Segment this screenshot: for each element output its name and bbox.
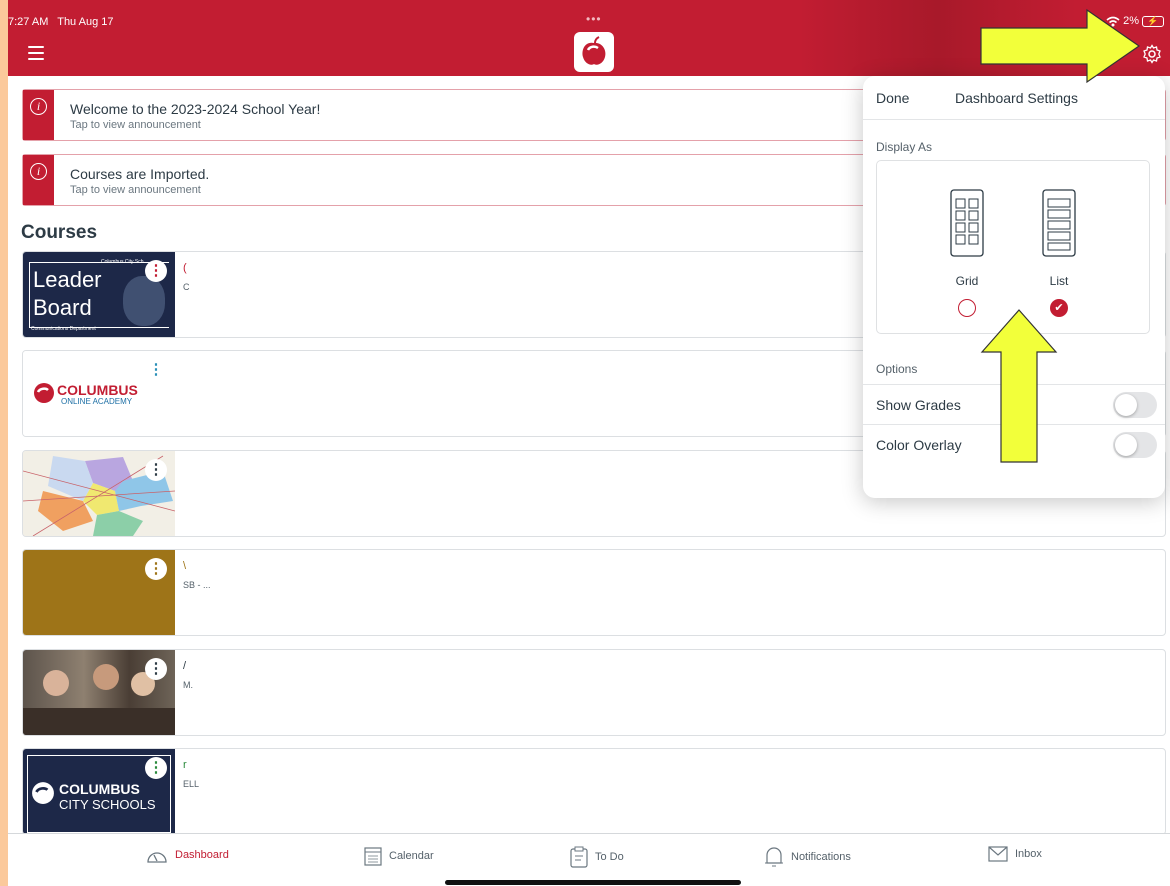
tab-calendar[interactable]: Calendar [364, 846, 434, 866]
info-icon: i [30, 163, 47, 180]
thumb-title-line: CITY SCHOOLS [59, 797, 156, 812]
announcement-title: Courses are Imported. [70, 166, 210, 182]
display-as-label: Display As [876, 140, 933, 154]
course-title: ( [183, 262, 187, 274]
bell-icon [765, 847, 783, 867]
course-code: C [183, 282, 190, 292]
course-card[interactable]: ⋮ \ SB - ... [22, 549, 1166, 636]
tab-label: To Do [595, 851, 624, 863]
grid-label: Grid [955, 274, 979, 288]
thumb-title-line: COLUMBUS [57, 382, 138, 398]
grid-layout-icon [950, 189, 984, 257]
courses-heading: Courses [21, 222, 98, 243]
thumb-small-text: Columbus City Sch [101, 259, 144, 265]
course-title: / [183, 660, 187, 672]
apple-watermark-icon [123, 276, 165, 326]
color-overlay-label: Color Overlay [876, 437, 962, 453]
list-layout-icon [1042, 189, 1076, 257]
columbus-logo-icon [34, 383, 54, 403]
announcement-subtitle: Tap to view announcement [70, 184, 201, 196]
canvas-app: 7:27 AM Thu Aug 17 ••• 2% ⚡ i Welcome to… [8, 0, 1170, 886]
course-title: \ [183, 560, 187, 572]
course-code: M. [183, 680, 193, 690]
bottom-tab-bar: Dashboard Calendar To Do Notifications I… [8, 833, 1170, 886]
done-button[interactable]: Done [876, 90, 909, 106]
clipboard-icon [570, 846, 588, 868]
course-title: r [183, 759, 187, 771]
gear-icon[interactable] [1142, 44, 1162, 69]
thumb-title-line: Board [33, 295, 92, 320]
home-indicator[interactable] [445, 880, 741, 885]
grid-option[interactable]: Grid [937, 189, 997, 317]
list-label: List [1049, 274, 1069, 288]
announcement-title: Welcome to the 2023-2024 School Year! [70, 101, 321, 117]
grid-radio[interactable] [958, 299, 976, 317]
multitasking-dots[interactable]: ••• [586, 12, 602, 26]
hamburger-icon[interactable] [28, 46, 44, 64]
status-bar-time: 7:27 AM Thu Aug 17 [8, 16, 120, 28]
status-date: Thu Aug 17 [57, 16, 114, 28]
tab-notifications[interactable]: Notifications [764, 846, 851, 868]
tab-label: Calendar [389, 850, 434, 862]
thumb-title-line: COLUMBUS [59, 781, 140, 797]
tab-dashboard[interactable]: Dashboard [146, 846, 229, 864]
envelope-icon [988, 846, 1008, 862]
list-option[interactable]: List ✔ [1029, 189, 1089, 317]
apple-logo-icon [574, 32, 614, 72]
course-options-icon[interactable]: ⋮ [145, 658, 167, 680]
thumb-caption: Communications Department [31, 326, 96, 332]
tab-label: Dashboard [175, 849, 229, 861]
course-code: SB - ... [183, 580, 211, 590]
status-time: 7:27 AM [8, 16, 49, 28]
tab-to-do[interactable]: To Do [570, 846, 624, 868]
show-grades-toggle[interactable] [1113, 392, 1157, 418]
course-code: ELL [183, 779, 200, 789]
course-options-icon[interactable]: ⋮ [145, 558, 167, 580]
info-icon: i [30, 98, 47, 115]
calendar-icon [364, 847, 382, 866]
dashboard-icon [147, 852, 167, 863]
course-card[interactable]: ⋮ / M. [22, 649, 1166, 736]
battery-icon: ⚡ [1142, 15, 1164, 27]
course-options-icon[interactable]: ⋮ [145, 757, 167, 779]
show-grades-label: Show Grades [876, 397, 961, 413]
tab-label: Inbox [1015, 848, 1042, 860]
columbus-logo-icon [32, 782, 54, 804]
tab-label: Notifications [791, 851, 851, 863]
course-options-icon[interactable]: ⋮ [145, 459, 167, 481]
announcement-subtitle: Tap to view announcement [70, 119, 201, 131]
color-overlay-toggle[interactable] [1113, 432, 1157, 458]
thumb-title-line: Leader [33, 267, 102, 292]
course-options-icon[interactable]: ⋮ [145, 260, 167, 282]
course-options-icon[interactable]: ⋮ [145, 359, 167, 381]
tab-inbox[interactable]: Inbox [988, 846, 1042, 862]
options-label: Options [876, 362, 918, 376]
thumb-title-line: ONLINE ACADEMY [61, 397, 133, 406]
course-card[interactable]: COLUMBUS CITY SCHOOLS ⋮ r ELL [22, 748, 1166, 835]
popover-title: Dashboard Settings [955, 90, 1078, 106]
annotation-arrow-right-icon [980, 8, 1141, 84]
annotation-arrow-up-icon [980, 309, 1058, 463]
